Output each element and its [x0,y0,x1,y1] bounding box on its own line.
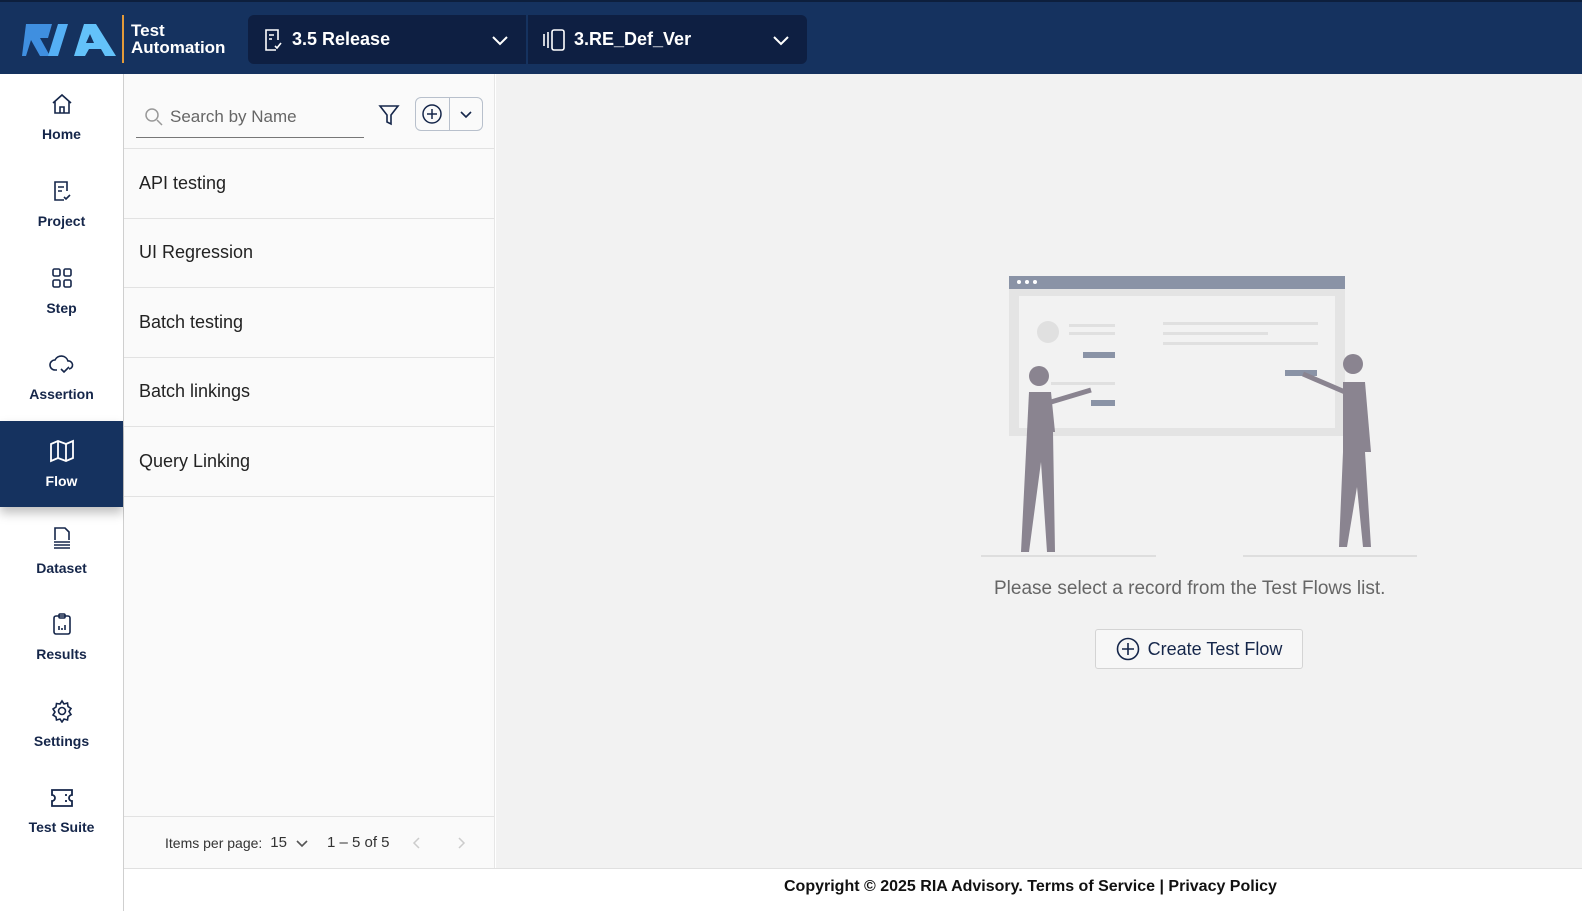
sidebar-item-settings[interactable]: Settings [0,681,123,768]
footer-separator: | [1159,878,1164,895]
create-test-flow-label: Create Test Flow [1147,638,1283,659]
brand-line1: Test [131,21,165,40]
release-selector[interactable]: 3.5 Release [248,15,526,64]
items-per-page-label: Items per page: [165,834,263,851]
items-per-page-select[interactable]: 15 [270,834,309,851]
sidebar-item-label: Dataset [36,559,87,576]
sidebar-item-label: Project [37,213,86,230]
sidebar-item-label: Settings [33,733,90,750]
project-icon [53,181,71,201]
list-item[interactable]: Query Linking [124,427,494,497]
list-item[interactable]: UI Regression [124,219,494,288]
version-selector[interactable]: 3.RE_Def_Ver [528,15,807,64]
gear-icon [51,699,72,724]
app-header: Test Automation 3.5 Release 3.RE_Def_Ver [0,0,1582,74]
sidebar-item-label: Step [46,299,77,316]
map-icon [49,439,74,463]
brand-line2: Automation [131,38,226,57]
sidebar-item-home[interactable]: Home [0,74,123,161]
grid-icon [51,267,72,288]
filter-icon[interactable] [378,104,400,126]
home-icon [51,94,72,115]
empty-state-message: Please select a record from the Test Flo… [994,578,1386,599]
search-placeholder: Search by Name [170,106,297,126]
flow-list: API testing UI Regression Batch testing … [124,148,494,497]
add-flow-button[interactable] [416,98,450,130]
list-item[interactable]: API testing [124,149,494,219]
next-page-button[interactable] [454,836,468,850]
ria-logo[interactable] [22,24,116,56]
search-input[interactable]: Search by Name [136,96,364,138]
release-value: 3.5 Release [292,29,391,49]
release-doc-icon [262,28,284,52]
chevron-down-icon [296,839,308,847]
test-flow-list-panel: Search by Name API testing UI Regression… [124,74,495,868]
sidebar-item-label: Test Suite [28,818,95,835]
list-item[interactable]: Batch linkings [124,358,494,427]
cloud-check-icon [48,355,73,374]
sidebar-item-label: Results [36,646,87,663]
main-content: Please select a record from the Test Flo… [496,74,1582,868]
sidebar-item-label: Assertion [29,386,94,403]
sidebar: Home Project Step Assertion Flow Dataset… [0,74,124,911]
privacy-link[interactable]: Privacy Policy [1168,878,1277,895]
add-button-group [415,97,483,131]
chevron-down-icon [492,36,508,46]
terms-link[interactable]: Terms of Service [1027,878,1155,895]
sidebar-item-step[interactable]: Step [0,247,123,334]
page-range: 1 – 5 of 5 [326,834,390,851]
sidebar-item-label: Flow [45,473,78,490]
version-icon [542,28,566,51]
plus-circle-icon [422,104,442,124]
chevron-down-icon [460,111,472,119]
prev-page-button[interactable] [410,836,424,850]
chevron-down-icon [773,36,789,46]
sidebar-item-results[interactable]: Results [0,594,123,681]
clipboard-chart-icon [52,613,71,636]
sidebar-item-test-suite[interactable]: Test Suite [0,768,123,855]
empty-state-illustration [981,276,1417,557]
add-options-dropdown[interactable] [450,98,483,130]
sidebar-item-assertion[interactable]: Assertion [0,334,123,421]
sidebar-item-flow[interactable]: Flow [0,420,123,508]
footer: Copyright © 2025 RIA Advisory. Terms of … [124,868,1582,911]
search-icon [145,107,163,126]
sidebar-item-dataset[interactable]: Dataset [0,507,123,594]
create-test-flow-button[interactable]: Create Test Flow [1095,629,1303,669]
sidebar-item-project[interactable]: Project [0,161,123,248]
brand-name: Test Automation [131,22,225,56]
version-value: 3.RE_Def_Ver [574,29,692,49]
dataset-icon [53,526,70,549]
copyright-text: Copyright © 2025 RIA Advisory. [784,878,1023,895]
list-item[interactable]: Batch testing [124,288,494,358]
sidebar-item-label: Home [42,126,81,143]
ticket-icon [50,788,73,807]
paginator: Items per page: 15 1 – 5 of 5 [124,816,494,868]
plus-circle-icon [1116,637,1139,661]
logo-divider [122,15,124,63]
items-per-page-value: 15 [270,834,287,851]
